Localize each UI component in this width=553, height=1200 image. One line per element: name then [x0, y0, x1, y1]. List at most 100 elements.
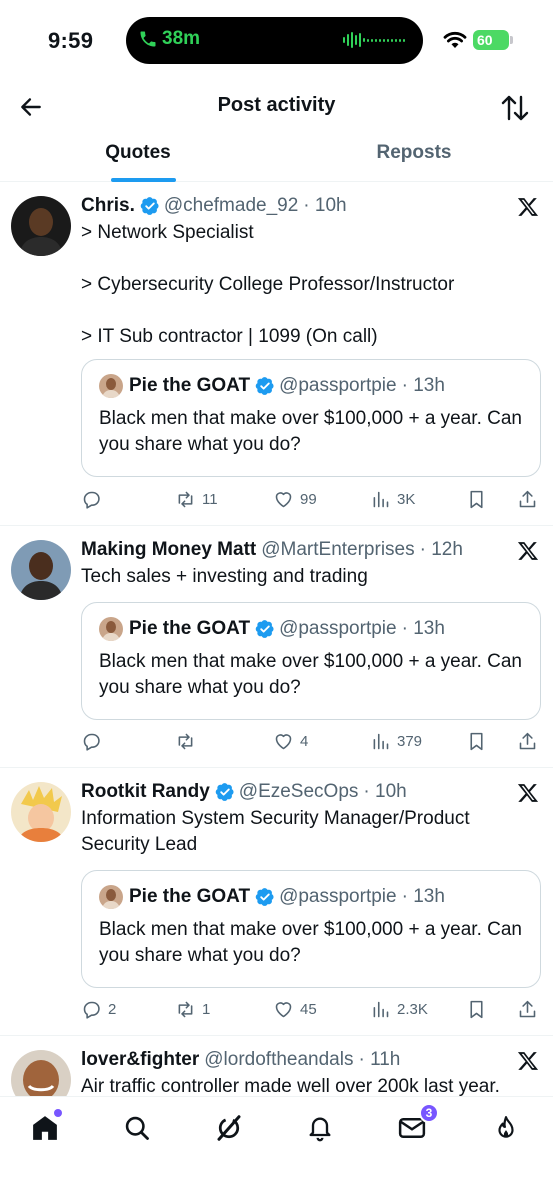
bookmark-icon — [470, 1000, 483, 1018]
bookmark-button[interactable] — [466, 994, 487, 1024]
nav-notifications[interactable] — [303, 1111, 337, 1145]
repost-button[interactable]: 1 — [175, 994, 210, 1024]
nav-search[interactable] — [120, 1111, 154, 1145]
like-button[interactable]: 45 — [273, 994, 317, 1024]
bookmark-icon — [470, 490, 483, 508]
author-handle[interactable]: @lordoftheandals — [204, 1048, 353, 1072]
reply-icon — [83, 733, 100, 751]
post-text: > Network Specialist > Cybersecurity Col… — [81, 222, 455, 347]
quoted-post[interactable]: Pie the GOAT @passportpie · 13h Black me… — [81, 602, 541, 720]
sort-button[interactable] — [499, 92, 531, 124]
avatar[interactable] — [11, 1050, 71, 1096]
repost-button[interactable] — [175, 726, 202, 756]
battery-indicator: 60 — [473, 30, 509, 50]
quoted-post-text: Black men that make over $100,000 + a ye… — [99, 651, 523, 698]
quoted-avatar — [99, 885, 123, 909]
reply-icon — [83, 491, 100, 509]
author-handle[interactable]: @chefmade_92 — [164, 194, 298, 218]
post-item[interactable]: Making Money Matt @MartEnterprises · 12h… — [0, 526, 553, 768]
post-content: Chris. @chefmade_92 · 10h > Network Spec… — [81, 194, 539, 350]
quotes-feed[interactable]: Chris. @chefmade_92 · 10h > Network Spec… — [0, 182, 553, 1096]
views-button[interactable]: 3K — [370, 484, 415, 514]
nav-home[interactable] — [28, 1109, 62, 1145]
reply-button[interactable]: 2 — [81, 994, 116, 1024]
views-button[interactable]: 379 — [370, 726, 422, 756]
views-button[interactable]: 2.3K — [370, 994, 428, 1024]
tab-reposts[interactable]: Reposts — [276, 142, 552, 164]
avatar[interactable] — [11, 540, 71, 600]
post-content: lover&fighter @lordoftheandals · 11h Air… — [81, 1048, 539, 1096]
share-button[interactable] — [517, 484, 538, 514]
post-actions: 2 1 45 2.3K — [81, 994, 541, 1024]
x-logo-icon[interactable] — [517, 196, 539, 218]
reply-icon — [83, 1001, 100, 1019]
dynamic-island[interactable]: 38m — [126, 17, 423, 64]
verified-badge-icon — [255, 888, 274, 906]
reply-button[interactable] — [81, 484, 108, 514]
bell-icon — [309, 1117, 331, 1142]
quoted-author-handle: @passportpie — [279, 886, 397, 907]
quoted-author-name: Pie the GOAT — [129, 886, 251, 907]
home-unread-dot — [54, 1109, 62, 1117]
repost-button[interactable]: 11 — [175, 484, 218, 514]
avatar[interactable] — [11, 782, 71, 842]
status-bar: 9:59 38m 60 — [0, 0, 553, 82]
like-button[interactable]: 4 — [273, 726, 308, 756]
post-item[interactable]: lover&fighter @lordoftheandals · 11h Air… — [0, 1036, 553, 1096]
bookmark-button[interactable] — [466, 726, 487, 756]
tab-quotes[interactable]: Quotes — [0, 142, 276, 164]
nav-messages[interactable]: 3 — [395, 1103, 439, 1145]
x-logo-icon[interactable] — [517, 540, 539, 562]
x-logo-icon[interactable] — [517, 1050, 539, 1072]
call-indicator: 38m — [138, 28, 200, 50]
quoted-post-text: Black men that make over $100,000 + a ye… — [99, 408, 523, 455]
quoted-post-text: Black men that make over $100,000 + a ye… — [99, 919, 523, 966]
like-count: 4 — [300, 732, 309, 750]
post-header: Chris. @chefmade_92 · 10h — [81, 194, 539, 218]
author-name[interactable]: Chris. — [81, 194, 135, 218]
post-time: · 10h — [303, 195, 347, 216]
heart-icon — [275, 1001, 292, 1017]
views-chart-icon — [373, 491, 389, 507]
like-count: 99 — [300, 490, 317, 508]
post-time: · 10h — [363, 781, 407, 802]
post-item[interactable]: Chris. @chefmade_92 · 10h > Network Spec… — [0, 182, 553, 526]
author-name[interactable]: Making Money Matt — [81, 538, 256, 562]
author-handle[interactable]: @EzeSecOps — [239, 780, 359, 804]
nav-fire[interactable] — [489, 1111, 523, 1145]
author-name[interactable]: Rootkit Randy — [81, 780, 210, 804]
like-button[interactable]: 99 — [273, 484, 317, 514]
post-text: Tech sales + investing and trading — [81, 566, 368, 587]
share-button[interactable] — [517, 994, 538, 1024]
battery-cap — [510, 36, 513, 44]
post-item[interactable]: Rootkit Randy @EzeSecOps · 10h Informati… — [0, 768, 553, 1036]
quoted-avatar — [99, 374, 123, 398]
back-button[interactable] — [16, 92, 46, 122]
status-time: 9:59 — [48, 28, 94, 53]
quoted-avatar — [99, 617, 123, 641]
quoted-post-header: Pie the GOAT @passportpie · 13h — [99, 885, 445, 909]
arrow-left-icon — [21, 98, 41, 116]
bookmark-button[interactable] — [466, 484, 487, 514]
sort-arrows-icon — [501, 95, 529, 121]
repost-count: 11 — [202, 490, 218, 508]
post-header: Making Money Matt @MartEnterprises · 12h — [81, 538, 539, 562]
battery-level: 60 — [477, 32, 493, 48]
repost-icon — [178, 491, 193, 507]
author-handle[interactable]: @MartEnterprises — [261, 538, 414, 562]
repost-icon — [178, 1001, 193, 1017]
reply-count: 2 — [108, 1000, 117, 1018]
nav-grok[interactable] — [212, 1111, 246, 1145]
avatar[interactable] — [11, 196, 71, 256]
quoted-post[interactable]: Pie the GOAT @passportpie · 13h Black me… — [81, 359, 541, 477]
reply-button[interactable] — [81, 726, 108, 756]
audio-waveform-icon — [343, 32, 405, 48]
quoted-post-header: Pie the GOAT @passportpie · 13h — [99, 374, 445, 398]
x-logo-icon[interactable] — [517, 782, 539, 804]
verified-badge-icon — [140, 197, 159, 215]
author-name[interactable]: lover&fighter — [81, 1048, 199, 1072]
share-button[interactable] — [517, 726, 538, 756]
post-text: Air traffic controller made well over 20… — [81, 1076, 500, 1096]
quoted-post[interactable]: Pie the GOAT @passportpie · 13h Black me… — [81, 870, 541, 988]
post-content: Making Money Matt @MartEnterprises · 12h… — [81, 538, 539, 590]
